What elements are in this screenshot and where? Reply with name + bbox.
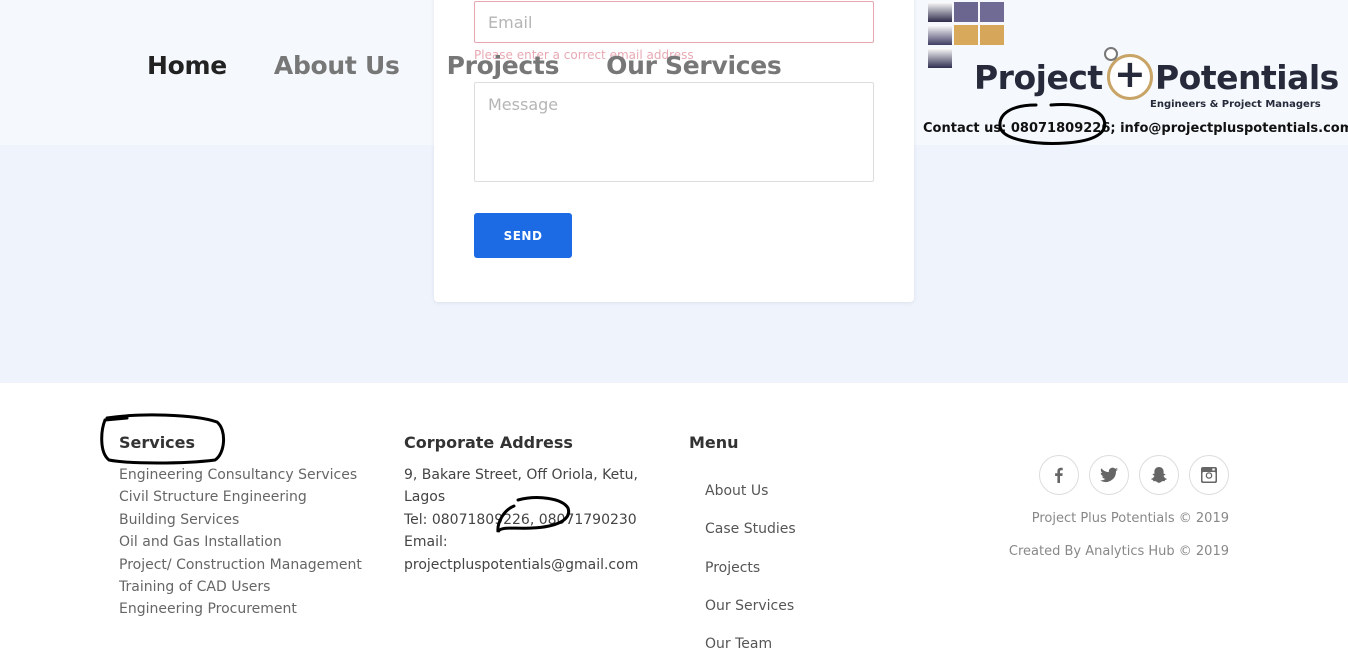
copyright-text: Project Plus Potentials © 2019	[1031, 511, 1229, 526]
service-item[interactable]: Engineering Procurement	[119, 598, 362, 620]
footer-menu: Menu About Us Case Studies Projects Our …	[689, 433, 796, 663]
facebook-icon[interactable]	[1039, 455, 1079, 495]
twitter-icon[interactable]	[1089, 455, 1129, 495]
email-field[interactable]	[474, 1, 874, 43]
message-field[interactable]	[474, 82, 874, 182]
service-item[interactable]: Project/ Construction Management	[119, 554, 362, 576]
address-heading: Corporate Address	[404, 433, 573, 452]
services-heading: Services	[119, 433, 196, 452]
address-email-label: Email:	[404, 534, 448, 551]
footer-menu-item[interactable]: Projects	[705, 549, 796, 587]
main-nav: Home About Us Projects Our Services	[147, 48, 782, 82]
send-button[interactable]: SEND	[474, 213, 572, 258]
address-tel: Tel: 08071809226, 08071790230	[404, 511, 637, 528]
services-list: Engineering Consultancy Services Civil S…	[119, 464, 362, 621]
logo-tile	[928, 48, 952, 68]
nav-item-our-services[interactable]: Our Services	[606, 51, 782, 80]
service-item[interactable]: Civil Structure Engineering	[119, 486, 362, 508]
footer-address: Corporate Address 9, Bakare Street, Off …	[404, 433, 638, 576]
menu-heading: Menu	[689, 433, 739, 452]
logo-tagline: Engineers & Project Managers	[1150, 99, 1321, 110]
service-item[interactable]: Training of CAD Users	[119, 576, 362, 598]
footer-menu-item[interactable]: Case Studies	[705, 510, 796, 548]
footer-menu-item[interactable]: Our Services	[705, 587, 796, 625]
footer-menu-item[interactable]: Our Team	[705, 625, 796, 663]
header-contact-line: Contact us: 08071809226; info@projectplu…	[923, 121, 1348, 136]
logo-tile	[980, 2, 1004, 22]
nav-item-home[interactable]: Home	[147, 51, 227, 80]
footer-services: Services Engineering Consultancy Service…	[119, 433, 362, 621]
address-email[interactable]: projectpluspotentials@gmail.com	[404, 554, 638, 576]
nav-item-projects[interactable]: Projects	[447, 51, 560, 80]
footer-menu-list: About Us Case Studies Projects Our Servi…	[689, 472, 796, 663]
created-by-text: Created By Analytics Hub © 2019	[1008, 544, 1229, 559]
logo-tile	[954, 25, 978, 45]
address-line: 9, Bakare Street, Off Oriola, Ketu,	[404, 467, 639, 483]
logo-plus-icon: +	[1114, 52, 1146, 96]
instagram-icon[interactable]	[1189, 455, 1229, 495]
service-item[interactable]: Engineering Consultancy Services	[119, 464, 362, 486]
footer-menu-item[interactable]: About Us	[705, 472, 796, 510]
nav-item-about-us[interactable]: About Us	[274, 51, 400, 80]
service-item[interactable]: Oil and Gas Installation	[119, 531, 362, 553]
address-line: Lagos	[404, 489, 446, 506]
service-item[interactable]: Building Services	[119, 509, 362, 531]
logo-tile	[980, 25, 1004, 45]
logo-tile	[928, 2, 952, 22]
logo-word-project: Project	[974, 58, 1103, 97]
snapchat-icon[interactable]	[1139, 455, 1179, 495]
logo-tile	[954, 2, 978, 22]
logo-word-potentials: Potentials	[1155, 58, 1339, 97]
logo-tile	[928, 25, 952, 45]
social-links	[1039, 455, 1229, 495]
